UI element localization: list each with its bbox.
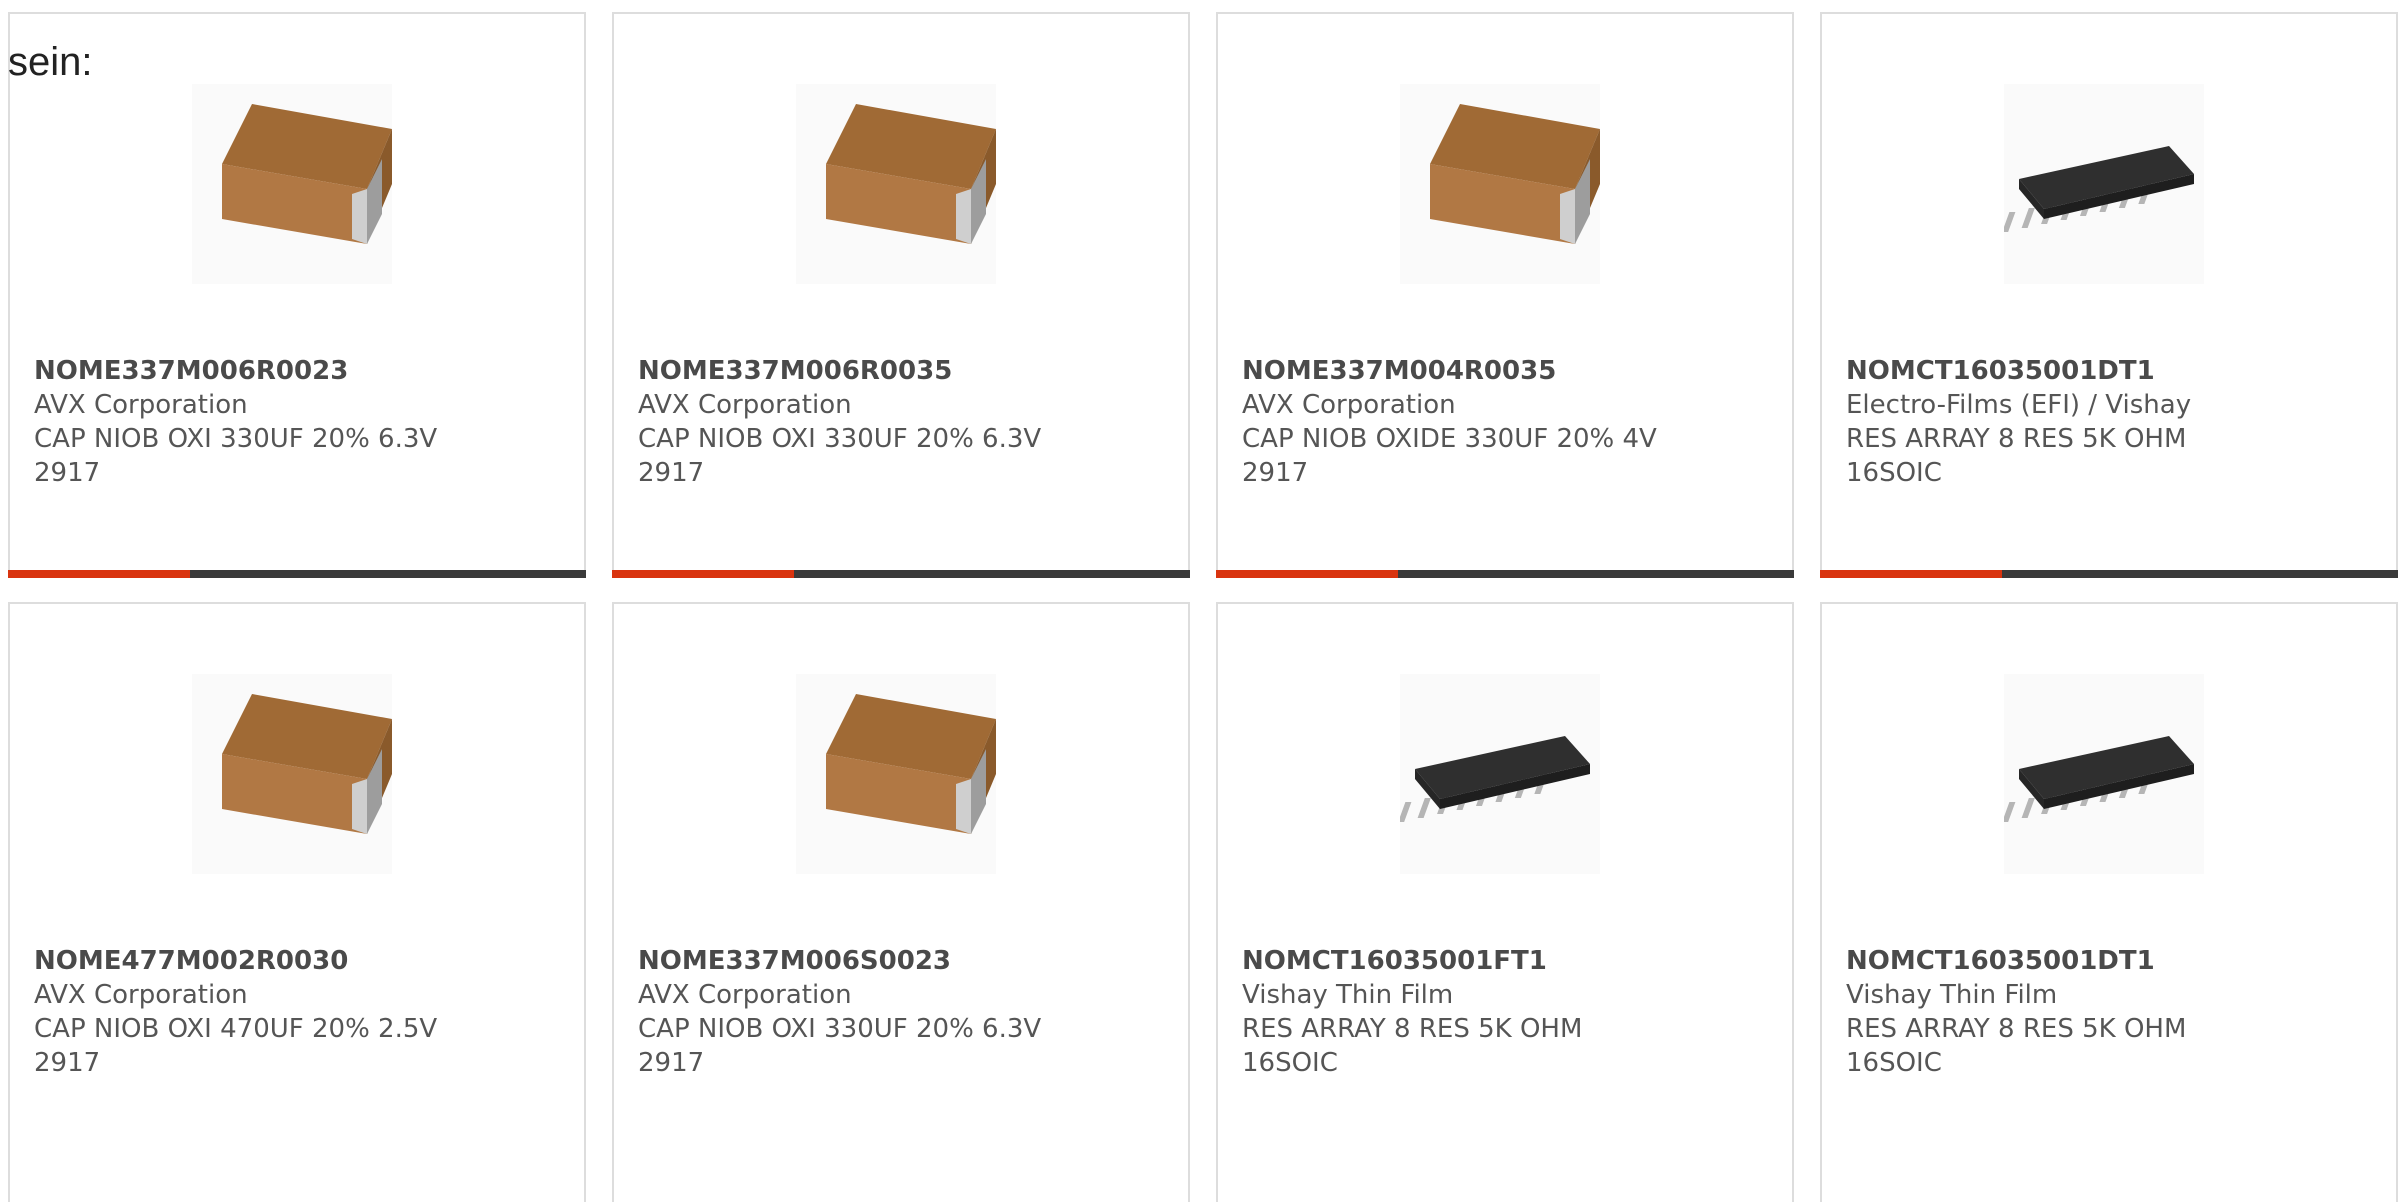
part-number[interactable]: NOME477M002R0030 [34,944,564,978]
part-number[interactable]: NOME337M006R0035 [638,354,1168,388]
product-card[interactable]: NOME477M002R0030 AVX Corporation CAP NIO… [8,602,586,1202]
part-number[interactable]: NOMCT16035001DT1 [1846,944,2376,978]
part-number[interactable]: NOME337M006S0023 [638,944,1168,978]
description: CAP NIOB OXI 330UF 20% 6.3V 2917 [638,424,1042,488]
card-bar-accent [1216,570,1398,578]
description: CAP NIOB OXI 330UF 20% 6.3V 2917 [34,424,438,488]
tantalum-capacitor-icon[interactable] [1400,84,1600,284]
manufacturer: AVX Corporation [34,390,248,420]
manufacturer: Electro-Films (EFI) / Vishay [1846,390,2192,420]
tantalum-capacitor-icon[interactable] [192,84,392,284]
card-bar [8,570,586,578]
card-bar-accent [1820,570,2002,578]
product-card[interactable]: NOME337M006R0035 AVX Corporation CAP NIO… [612,12,1190,578]
soic-chip-icon[interactable] [2004,84,2204,284]
manufacturer: AVX Corporation [638,980,852,1010]
description: RES ARRAY 8 RES 5K OHM 16SOIC [1846,424,2187,488]
description: RES ARRAY 8 RES 5K OHM 16SOIC [1846,1014,2187,1078]
part-number[interactable]: NOMCT16035001FT1 [1242,944,1772,978]
part-number[interactable]: NOME337M006R0023 [34,354,564,388]
card-bar [612,570,1190,578]
tantalum-capacitor-icon[interactable] [796,84,996,284]
description: CAP NIOB OXI 330UF 20% 6.3V 2917 [638,1014,1042,1078]
tantalum-capacitor-icon[interactable] [796,674,996,874]
card-bar-accent [8,570,190,578]
tantalum-capacitor-icon[interactable] [192,674,392,874]
description: CAP NIOB OXIDE 330UF 20% 4V 2917 [1242,424,1657,488]
product-card[interactable]: NOMCT16035001DT1 Electro-Films (EFI) / V… [1820,12,2398,578]
card-bar-accent [612,570,794,578]
soic-chip-icon[interactable] [2004,674,2204,874]
manufacturer: AVX Corporation [34,980,248,1010]
intro-text: sein: [8,40,93,84]
part-number[interactable]: NOME337M004R0035 [1242,354,1772,388]
description: CAP NIOB OXI 470UF 20% 2.5V 2917 [34,1014,438,1078]
product-card[interactable]: NOME337M004R0035 AVX Corporation CAP NIO… [1216,12,1794,578]
product-grid: NOME337M006R0023 AVX Corporation CAP NIO… [8,12,2400,1202]
card-bar [1216,570,1794,578]
product-card[interactable]: NOMCT16035001FT1 Vishay Thin Film RES AR… [1216,602,1794,1202]
part-number[interactable]: NOMCT16035001DT1 [1846,354,2376,388]
product-card[interactable]: NOME337M006R0023 AVX Corporation CAP NIO… [8,12,586,578]
manufacturer: AVX Corporation [1242,390,1456,420]
manufacturer: Vishay Thin Film [1846,980,2058,1010]
product-card[interactable]: NOMCT16035001DT1 Vishay Thin Film RES AR… [1820,602,2398,1202]
manufacturer: Vishay Thin Film [1242,980,1454,1010]
description: RES ARRAY 8 RES 5K OHM 16SOIC [1242,1014,1583,1078]
soic-chip-icon[interactable] [1400,674,1600,874]
product-card[interactable]: NOME337M006S0023 AVX Corporation CAP NIO… [612,602,1190,1202]
manufacturer: AVX Corporation [638,390,852,420]
card-bar [1820,570,2398,578]
